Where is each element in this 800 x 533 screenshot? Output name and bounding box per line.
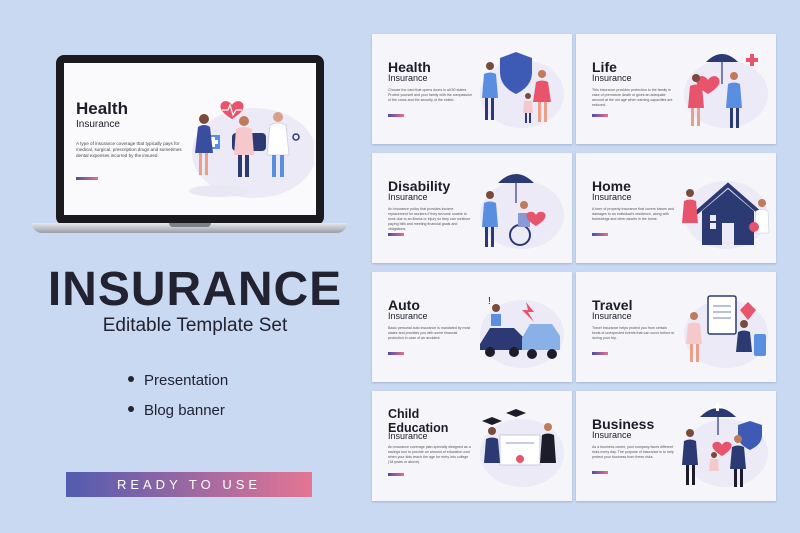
card-title: Auto (388, 297, 420, 313)
svg-text:!: ! (488, 296, 491, 307)
screen-title: Health (76, 99, 128, 118)
bullet-dot-icon (128, 376, 134, 383)
card-description: This insurance provides protection to th… (592, 88, 673, 107)
screen-accent-bar (76, 177, 98, 180)
card-auto-insurance: Auto Insurance Basic personal auto insur… (372, 272, 572, 382)
card-title: Health (388, 59, 431, 75)
card-accent-bar (388, 352, 404, 355)
screen-subtitle: Insurance (76, 119, 120, 130)
card-health-insurance: Health Insurance Choose the card that op… (372, 34, 572, 144)
card-subtitle: Insurance (388, 311, 428, 321)
card-accent-bar (388, 114, 404, 117)
card-description: As a business owner, your company faces … (592, 445, 674, 459)
card-disability-insurance: Disability Insurance An insurance policy… (372, 153, 572, 263)
card-title: Travel (592, 297, 633, 313)
main-title: INSURANCE (47, 263, 343, 316)
card-description: Choose the card that opens doors in all … (388, 88, 472, 102)
main-subtitle: Editable Template Set (102, 315, 288, 336)
bullet-item: Blog banner (128, 402, 225, 419)
card-description: Travel insurance helps protect you from … (592, 326, 675, 340)
laptop-mockup: Health Insurance A type of insurance cov… (32, 55, 347, 233)
ready-to-use-banner: READY TO USE (66, 472, 312, 497)
laptop-lid: Health Insurance A type of insurance cov… (56, 55, 324, 225)
card-title: Home (592, 178, 631, 194)
card-business-insurance: Business Insurance As a business owner, … (576, 391, 776, 501)
card-description: An insurance policy that provides income… (388, 207, 471, 231)
card-subtitle: Insurance (592, 73, 632, 83)
card-accent-bar (592, 233, 608, 236)
umbrella-heart-icon (684, 54, 768, 128)
card-child-education-insurance: Child Education Insurance An insurance c… (372, 391, 572, 501)
card-life-insurance: Life Insurance This insurance provides p… (576, 34, 776, 144)
card-subtitle: Insurance (592, 311, 632, 321)
suitcase-clipboard-icon (684, 295, 768, 368)
card-title: Disability (388, 178, 451, 194)
card-accent-bar (592, 114, 608, 117)
laptop-notch (169, 223, 211, 227)
business-umbrella-icon (682, 403, 768, 487)
card-accent-bar (388, 473, 404, 476)
health-illustration-icon (189, 101, 314, 198)
card-subtitle: Insurance (592, 430, 632, 440)
card-subtitle: Insurance (592, 192, 632, 202)
card-description: An insurance coverage plan specially des… (388, 445, 471, 464)
bullet-item: Presentation (128, 372, 228, 389)
card-home-insurance: Home Insurance A form of property insura… (576, 153, 776, 263)
bullet-label: Presentation (144, 372, 229, 389)
card-subtitle: Insurance (388, 73, 428, 83)
graduation-icon (480, 409, 564, 487)
laptop-screen: Health Insurance A type of insurance cov… (64, 63, 316, 215)
car-crash-icon: ! (480, 296, 564, 368)
wheelchair-umbrella-icon (480, 174, 564, 249)
card-subtitle: Insurance (388, 431, 428, 441)
card-title: Business (592, 416, 655, 432)
shield-family-icon (480, 52, 564, 128)
house-icon (682, 181, 770, 249)
card-travel-insurance: Travel Insurance Travel insurance helps … (576, 272, 776, 382)
bullet-label: Blog banner (144, 402, 225, 419)
card-subtitle: Insurance (388, 192, 428, 202)
card-description: Basic personal auto insurance is mandate… (388, 326, 471, 340)
screen-description: A type of insurance coverage that typica… (76, 141, 182, 158)
card-title: Life (592, 59, 617, 75)
card-accent-bar (592, 352, 608, 355)
bullet-dot-icon (128, 406, 134, 413)
card-accent-bar (388, 233, 404, 236)
card-accent-bar (592, 471, 608, 474)
card-description: A form of property insurance that covers… (592, 207, 674, 221)
